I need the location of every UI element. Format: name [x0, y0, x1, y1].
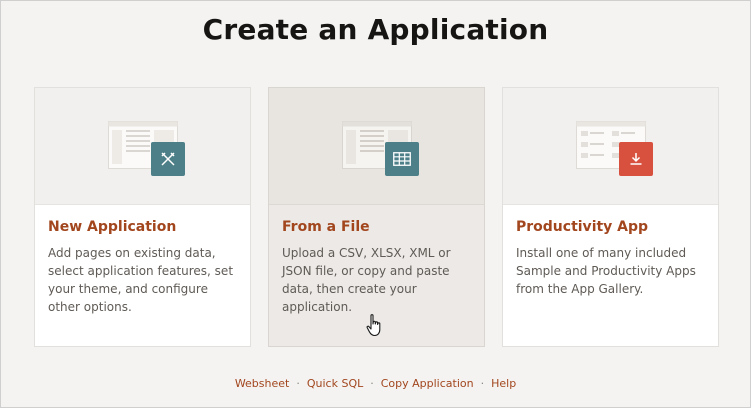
websheet-link[interactable]: Websheet: [235, 377, 290, 390]
productivity-app-card[interactable]: Productivity App Install one of many inc…: [502, 87, 719, 347]
card-description: Install one of many included Sample and …: [516, 246, 696, 296]
hand-pointer-cursor-icon: [366, 314, 381, 337]
from-a-file-card[interactable]: From a File Upload a CSV, XLSX, XML or J…: [268, 87, 485, 347]
card-title: From a File: [282, 219, 370, 235]
quick-sql-link[interactable]: Quick SQL: [307, 377, 363, 390]
card-title: New Application: [48, 219, 177, 235]
new-application-card[interactable]: New Application Add pages on existing da…: [34, 87, 251, 347]
help-link[interactable]: Help: [491, 377, 516, 390]
card-title: Productivity App: [516, 219, 649, 235]
pencil-ruler-icon: [151, 142, 185, 176]
footer-links: Websheet · Quick SQL · Copy Application · Help: [1, 377, 750, 390]
link-separator: ·: [480, 377, 485, 390]
copy-application-link[interactable]: Copy Application: [381, 377, 474, 390]
page-title: Create an Application: [202, 13, 549, 46]
link-separator: ·: [370, 377, 374, 390]
card-illustration: [35, 88, 250, 205]
card-illustration: [503, 88, 718, 205]
app-creation-options: New Application Add pages on existing da…: [34, 87, 722, 349]
card-description: Upload a CSV, XLSX, XML or JSON file, or…: [282, 246, 451, 314]
card-description: Add pages on existing data, select appli…: [48, 246, 234, 314]
link-separator: ·: [296, 377, 300, 390]
download-icon: [619, 142, 653, 176]
card-illustration: [269, 88, 484, 205]
table-grid-icon: [385, 142, 419, 176]
